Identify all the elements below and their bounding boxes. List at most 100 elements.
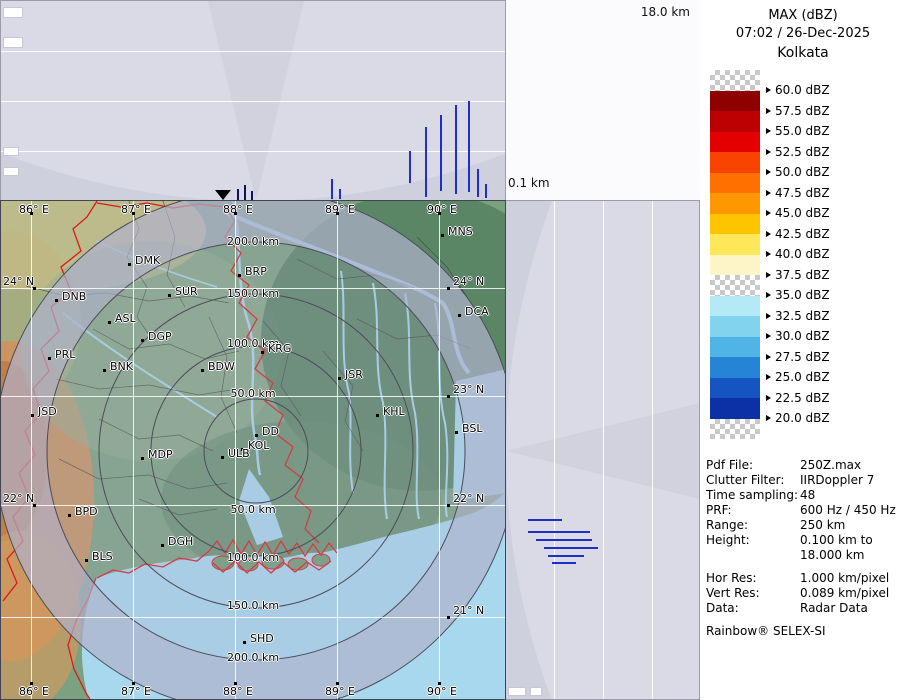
color-swatch — [710, 316, 760, 337]
gridpoint-dot — [30, 682, 33, 685]
latitude-label: 24° N — [3, 275, 34, 288]
height-axis-max-label: 18.0 km — [641, 5, 690, 19]
legend-value-label: 25.0 dBZ — [775, 370, 830, 384]
gridpoint-dot — [447, 395, 450, 398]
latitude-label: 22° N — [453, 492, 484, 505]
color-swatch — [710, 91, 760, 112]
gridpoint-dot — [438, 212, 441, 215]
height-gridline — [603, 201, 604, 700]
legend-arrow-icon — [766, 313, 771, 319]
height-gridline — [1, 101, 506, 102]
gridpoint-dot — [30, 212, 33, 215]
color-swatch — [710, 234, 760, 255]
city-dot — [31, 414, 34, 417]
axis-tick-box — [530, 687, 542, 696]
echo-column — [339, 189, 341, 199]
city-label: ULB — [228, 447, 250, 460]
legend-arrow-icon — [766, 190, 771, 196]
legend-value-label: 60.0 dBZ — [775, 83, 830, 97]
gridpoint-dot — [447, 616, 450, 619]
gridpoint-dot — [33, 287, 36, 290]
longitude-label: 89° E — [325, 203, 355, 216]
info-row: Vert Res:0.089 km/pixel — [706, 586, 902, 601]
color-swatch — [710, 111, 760, 132]
range-ring-label: 200.0 km — [227, 235, 279, 248]
legend-value-row: 22.5 dBZ — [766, 391, 830, 405]
legend-value-label: 37.5 dBZ — [775, 268, 830, 282]
city-label: JSD — [38, 405, 57, 418]
city-label: BPD — [75, 505, 98, 518]
longitude-label: 86° E — [19, 203, 49, 216]
city-label: DNB — [62, 290, 86, 303]
info-row: Hor Res:1.000 km/pixel — [706, 571, 902, 586]
echo-column — [440, 115, 442, 191]
city-dot — [141, 339, 144, 342]
info-value: 250 km — [800, 518, 845, 533]
city-label: DGH — [168, 535, 193, 548]
legend-value-label: 47.5 dBZ — [775, 186, 830, 200]
info-label: Height: — [706, 533, 800, 548]
info-row: Pdf File:250Z.max — [706, 458, 902, 473]
color-scale: 60.0 dBZ 57.5 dBZ 55.0 dBZ 52.5 dBZ 50.0 dBZ… — [710, 70, 900, 442]
longitude-gridline — [133, 201, 134, 700]
axis-tick-box — [3, 7, 23, 18]
legend-arrow-icon — [766, 354, 771, 360]
city-label: BRP — [245, 265, 267, 278]
city-dot — [455, 431, 458, 434]
legend-value-label: 20.0 dBZ — [775, 411, 830, 425]
legend-value-label: 50.0 dBZ — [775, 165, 830, 179]
city-label: SHD — [250, 632, 274, 645]
legend-arrow-icon — [766, 292, 771, 298]
info-label: Range: — [706, 518, 800, 533]
range-ring-label: 200.0 km — [227, 651, 279, 664]
echo-column — [468, 101, 470, 192]
city-label: BSL — [462, 422, 482, 435]
color-scale-swatches — [710, 70, 760, 439]
color-swatch — [710, 378, 760, 399]
city-label: DGP — [148, 330, 172, 343]
range-ring-label: 150.0 km — [227, 599, 279, 612]
info-value: Radar Data — [800, 601, 868, 616]
city-dot — [441, 234, 444, 237]
info-label: Clutter Filter: — [706, 473, 800, 488]
city-label: BLS — [92, 550, 113, 563]
legend-value-label: 30.0 dBZ — [775, 329, 830, 343]
info-value: IIRDoppler 7 — [800, 473, 874, 488]
latitude-label: 22° N — [3, 492, 34, 505]
longitude-label: 87° E — [121, 203, 151, 216]
legend-value-row: 30.0 dBZ — [766, 329, 830, 343]
longitude-label: 89° E — [325, 685, 355, 698]
city-dot — [376, 414, 379, 417]
city-dot — [168, 294, 171, 297]
legend-value-label: 52.5 dBZ — [775, 145, 830, 159]
city-label: KRG — [268, 342, 291, 355]
legend-value-row: 35.0 dBZ — [766, 288, 830, 302]
city-label: DCA — [465, 305, 489, 318]
legend-arrow-icon — [766, 149, 771, 155]
legend-value-row: 52.5 dBZ — [766, 145, 830, 159]
latitude-gridline — [1, 617, 506, 618]
vertical-projection-side-panel — [506, 200, 700, 700]
gridpoint-dot — [336, 682, 339, 685]
city-label: BNK — [110, 360, 133, 373]
range-ring-label: 50.0 km — [230, 503, 275, 516]
echo-row — [552, 562, 576, 564]
legend-value-label: 32.5 dBZ — [775, 309, 830, 323]
height-gridline — [1, 51, 506, 52]
legend-arrow-icon — [766, 231, 771, 237]
info-label: Vert Res: — [706, 586, 800, 601]
legend-value-label: 55.0 dBZ — [775, 124, 830, 138]
range-ring-label: 100.0 km — [227, 551, 279, 564]
echo-marker — [237, 189, 239, 200]
city-label: KOL — [248, 439, 269, 452]
height-axis-min-label: 0.1 km — [508, 176, 550, 190]
info-value: 0.100 km to — [800, 533, 873, 548]
echo-marker — [251, 191, 253, 200]
legend-arrow-icon — [766, 251, 771, 257]
color-swatch — [710, 152, 760, 173]
height-gridline — [554, 201, 555, 700]
legend-value-label: 57.5 dBZ — [775, 104, 830, 118]
city-label: PRL — [55, 348, 75, 361]
info-value: 18.000 km — [800, 548, 864, 563]
map-annotations: 86° E86° E87° E87° E88° E88° E89° E89° E… — [1, 201, 506, 700]
